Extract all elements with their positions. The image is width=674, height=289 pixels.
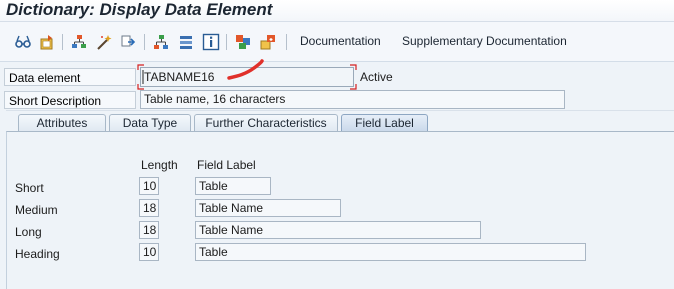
annotation-stroke bbox=[227, 59, 264, 80]
tab-attributes[interactable]: Attributes bbox=[18, 114, 106, 132]
toolbar-separator bbox=[62, 34, 63, 50]
application-toolbar: Documentation Supplementary Documentatio… bbox=[0, 22, 674, 62]
field-label-column-header: Field Label bbox=[197, 158, 256, 172]
documentation-button[interactable]: Documentation bbox=[300, 34, 381, 48]
object-list-icon[interactable] bbox=[70, 33, 88, 51]
divider bbox=[6, 110, 674, 111]
row-name-medium: Medium bbox=[15, 203, 58, 217]
tab-field-label[interactable]: Field Label bbox=[341, 114, 428, 132]
length-column-header: Length bbox=[141, 158, 178, 172]
title-bar: Dictionary: Display Data Element bbox=[0, 0, 674, 22]
tab-data-type[interactable]: Data Type bbox=[109, 114, 191, 132]
length-medium-field[interactable]: 18 bbox=[139, 199, 159, 217]
length-short-field[interactable]: 10 bbox=[139, 177, 159, 195]
data-element-label: Data element bbox=[4, 68, 136, 86]
multiple-objects-icon[interactable] bbox=[234, 33, 252, 51]
toolbar-separator bbox=[226, 34, 227, 50]
label-heading-field[interactable]: Table bbox=[195, 243, 586, 261]
info-icon[interactable] bbox=[202, 33, 220, 51]
row-name-heading: Heading bbox=[15, 247, 60, 261]
label-long-field[interactable]: Table Name bbox=[195, 221, 481, 239]
change-display-icon[interactable] bbox=[38, 33, 56, 51]
supplementary-documentation-button[interactable]: Supplementary Documentation bbox=[402, 34, 567, 48]
glasses-icon[interactable] bbox=[14, 33, 32, 51]
row-name-short: Short bbox=[15, 181, 44, 195]
row-name-long: Long bbox=[15, 225, 42, 239]
length-long-field[interactable]: 18 bbox=[139, 221, 159, 239]
label-short-field[interactable]: Table bbox=[195, 177, 271, 195]
activate-icon[interactable] bbox=[95, 33, 113, 51]
tab-further-characteristics[interactable]: Further Characteristics bbox=[194, 114, 338, 132]
navigate-icon[interactable] bbox=[177, 33, 195, 51]
hierarchy-icon[interactable] bbox=[152, 33, 170, 51]
window-title: Dictionary: Display Data Element bbox=[6, 0, 273, 19]
insert-icon[interactable] bbox=[259, 33, 277, 51]
length-heading-field[interactable]: 10 bbox=[139, 243, 159, 261]
short-description-input[interactable]: Table name, 16 characters bbox=[140, 90, 565, 109]
short-description-label: Short Description bbox=[4, 91, 136, 109]
status-text: Active bbox=[360, 70, 393, 84]
toolbar-separator bbox=[144, 34, 145, 50]
toolbar-separator bbox=[286, 34, 287, 50]
label-medium-field[interactable]: Table Name bbox=[195, 199, 341, 217]
where-used-icon[interactable] bbox=[120, 33, 138, 51]
